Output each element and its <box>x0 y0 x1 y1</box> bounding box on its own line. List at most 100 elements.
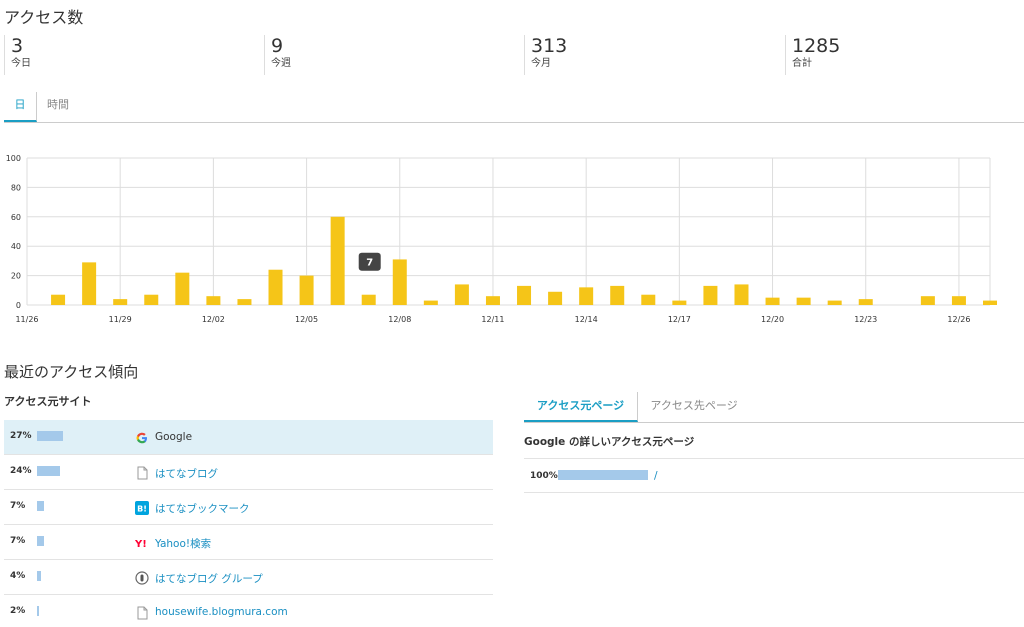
chart-bar <box>392 259 407 305</box>
referrer-row[interactable]: 27% Google <box>4 420 493 455</box>
stat-value: 3 <box>11 35 24 57</box>
x-tick-label: 12/05 <box>295 315 318 324</box>
page-tabs: アクセス元ページ アクセス先ページ <box>524 392 1024 423</box>
chart-bar <box>734 284 749 305</box>
x-tick-label: 12/23 <box>854 315 877 324</box>
document-icon <box>135 465 149 480</box>
recent-trend-title: 最近のアクセス傾向 <box>4 363 139 381</box>
stat-value: 1285 <box>792 35 841 57</box>
stat-value: 9 <box>271 35 284 57</box>
chart-bar <box>951 296 966 305</box>
referrer-name-link[interactable]: はてなブログ グループ <box>155 571 263 586</box>
chart-bar <box>858 299 873 305</box>
chart-bar <box>361 294 376 305</box>
tab-landing-pages[interactable]: アクセス先ページ <box>638 392 750 422</box>
referrer-share-bar <box>37 501 44 511</box>
stat-month: 313 今月 <box>524 35 567 75</box>
chart-bar <box>765 297 780 305</box>
referrer-share-bar <box>37 536 44 546</box>
chart-bar <box>268 269 283 305</box>
chart-bar <box>175 272 190 305</box>
tab-referrer-pages[interactable]: アクセス元ページ <box>524 392 638 422</box>
stat-week: 9 今週 <box>264 35 291 75</box>
chart-bar <box>330 216 345 305</box>
referrer-name-link[interactable]: Yahoo!検索 <box>155 536 211 551</box>
detail-path-link[interactable]: / <box>654 470 658 482</box>
referrer-percent: 7% <box>10 501 26 511</box>
chart-bar <box>703 285 718 305</box>
referrer-share-bar <box>37 571 41 581</box>
chart-bar <box>51 294 66 305</box>
referrer-name-link[interactable]: housewife.blogmura.com <box>155 606 288 618</box>
referrer-name-link[interactable]: はてなブログ <box>155 466 218 481</box>
chart-bar <box>299 275 314 305</box>
chart-tooltip-value: 7 <box>366 258 373 269</box>
referrer-share-bar <box>37 431 63 441</box>
stat-label: 今日 <box>11 58 31 69</box>
chart-bar <box>827 300 842 305</box>
referrer-name-link[interactable]: はてなブックマーク <box>155 501 250 516</box>
chart-bar <box>796 297 811 305</box>
referrer-row[interactable]: 24% はてなブログ <box>4 455 493 490</box>
referrer-percent: 7% <box>10 536 26 546</box>
referrer-percent: 2% <box>10 606 26 616</box>
stat-label: 今週 <box>271 58 291 69</box>
x-tick-label: 12/17 <box>668 315 691 324</box>
chart-bar <box>672 300 687 305</box>
referrer-percent: 24% <box>10 466 32 476</box>
access-bar-chart: 0 20 40 60 80 100 11/26 11/29 12/02 12/05 12/08 12/… <box>6 154 997 324</box>
period-tabs: 日 時間 <box>4 92 1024 123</box>
chart-bar <box>920 296 935 305</box>
chart-bar <box>423 300 438 305</box>
stat-label: 合計 <box>792 58 812 69</box>
referrer-table: 27% Google 24% はてなブログ 7% B! はてなブックマーク 7% Y! Yahoo… <box>4 420 493 627</box>
y-tick-label: 100 <box>6 154 21 163</box>
detail-row: 100% / <box>524 458 1024 493</box>
page-title: アクセス数 <box>4 8 84 27</box>
chart-bar <box>144 294 159 305</box>
referrer-share-bar <box>37 466 60 476</box>
detail-table: 100% / <box>524 458 1024 493</box>
yahoo-icon: Y! <box>134 535 149 550</box>
referrer-row[interactable]: 7% B! はてなブックマーク <box>4 490 493 525</box>
chart-bar <box>485 296 500 305</box>
svg-text:Y!: Y! <box>135 539 147 550</box>
referrer-share-bar <box>37 606 39 616</box>
tab-hour[interactable]: 時間 <box>37 92 79 122</box>
x-tick-label: 12/14 <box>575 315 598 324</box>
referrers-title: アクセス元サイト <box>4 395 92 408</box>
chart-bar <box>237 299 252 305</box>
y-tick-label: 40 <box>11 242 21 251</box>
referrer-name-link[interactable]: Google <box>155 431 192 443</box>
stat-label: 今月 <box>531 58 551 69</box>
referrer-row[interactable]: 4% はてなブログ グループ <box>4 560 493 595</box>
referrer-row[interactable]: 7% Y! Yahoo!検索 <box>4 525 493 560</box>
x-tick-label: 12/11 <box>481 315 504 324</box>
y-tick-label: 20 <box>11 272 21 281</box>
chart-bar <box>113 299 128 305</box>
chart-bar <box>454 284 469 305</box>
referrer-row[interactable]: 2% housewife.blogmura.com <box>4 595 493 627</box>
stat-total: 1285 合計 <box>785 35 840 75</box>
y-tick-label: 80 <box>11 183 21 192</box>
svg-text:B!: B! <box>137 505 147 514</box>
google-icon <box>135 430 149 444</box>
chart-bar <box>517 285 532 305</box>
x-tick-label: 12/26 <box>947 315 970 324</box>
detail-share-bar <box>558 470 648 480</box>
referrer-percent: 27% <box>10 431 32 441</box>
x-tick-label: 11/26 <box>15 315 38 324</box>
chart-bar <box>610 285 625 305</box>
chart-bar <box>82 262 97 305</box>
y-tick-label: 0 <box>16 301 21 310</box>
chart-bar <box>641 294 656 305</box>
stat-value: 313 <box>531 35 568 57</box>
x-tick-label: 12/08 <box>388 315 411 324</box>
group-icon <box>135 570 149 585</box>
chart-bar <box>579 287 594 305</box>
referrer-percent: 4% <box>10 571 26 581</box>
tab-day[interactable]: 日 <box>4 92 37 122</box>
chart-bar <box>206 296 221 305</box>
hatena-bookmark-icon: B! <box>135 500 149 515</box>
detail-title: Google の詳しいアクセス元ページ <box>524 436 695 448</box>
